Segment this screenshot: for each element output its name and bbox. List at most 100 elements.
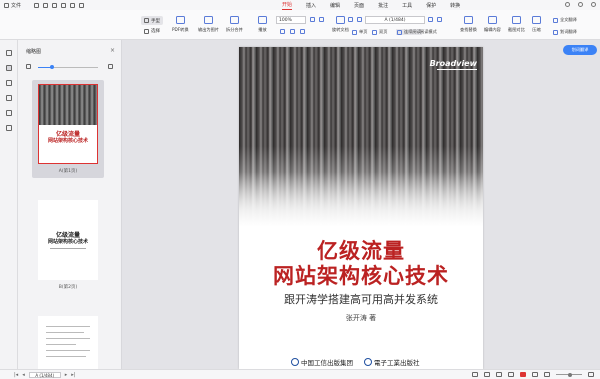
zoom-slider[interactable] [556,372,582,377]
actual-size-button[interactable] [290,29,295,34]
zoom-out-icon[interactable] [544,372,550,377]
menu-edit[interactable]: 编辑 [330,2,340,9]
zoom-in-button[interactable] [310,17,315,22]
attachment-icon[interactable] [6,95,12,101]
signature-icon[interactable] [6,110,12,116]
single-page-button[interactable]: 单页 [352,29,367,35]
menu-tools[interactable]: 工具 [402,2,412,9]
prev-page-icon[interactable]: ◂ [22,372,25,378]
thumbnail-cover-image [39,85,97,125]
last-page-icon[interactable]: ▸| [71,372,75,378]
more-icon[interactable] [591,2,596,7]
broadview-logo-underline [437,69,477,70]
edit-icon [487,16,497,24]
edit-content-label: 编辑内容 [484,27,501,32]
enlarge-icon[interactable] [108,64,113,69]
thumbnail-text-line [50,248,86,249]
print-icon[interactable] [52,2,57,8]
word-translate-button[interactable]: 划词翻译 [553,29,577,35]
shrink-icon[interactable] [26,64,31,69]
comment-icon[interactable] [6,80,12,86]
page-nav-input[interactable]: A (1/484) [365,16,425,24]
last-page-button[interactable] [437,17,442,22]
thumbnail-page-3[interactable] [32,312,104,369]
double-page-button[interactable]: 双页 [372,29,387,35]
account-icon[interactable] [565,2,570,7]
menu-protect[interactable]: 保护 [426,2,436,9]
eye-icon[interactable] [472,372,478,377]
quick-access [34,2,84,8]
undo-icon[interactable] [70,2,75,8]
zoom-in-icon[interactable] [588,372,594,377]
export-icon[interactable] [61,2,66,8]
find-replace-label: 查找替换 [460,27,477,32]
fit-page-button[interactable] [300,29,305,34]
single-page-label: 单页 [359,29,368,34]
screenshot-icon [511,16,521,24]
find-icon [463,16,473,24]
play-icon[interactable] [520,372,526,377]
zoom-out-button[interactable] [319,17,324,22]
split-icon [229,16,239,24]
thumbnail-text-line [46,344,76,345]
translate-float-button[interactable]: 划词翻译 [563,45,597,55]
open-icon[interactable] [34,2,39,8]
main-menu: 开始 插入 编辑 页面 批注 工具 保护 转换 [282,0,460,10]
thumbnail-page-1[interactable]: 亿级流量 网站架构核心技术 A(第1页) [32,80,104,178]
broadview-logo: Broadview [429,59,477,68]
play-button[interactable]: 播放 [258,16,267,33]
thumbnail-text-line [46,332,84,333]
fit-width-button[interactable] [280,29,285,34]
split-merge-button[interactable]: 拆分合并 [226,16,243,33]
menu-home[interactable]: 开始 [282,1,293,10]
thumbnail-icon[interactable] [6,65,12,71]
zoom-input[interactable]: 100% [276,16,306,24]
continuous-view-icon[interactable] [508,372,514,377]
thumbnail-text-line [46,350,90,351]
next-page-button[interactable] [428,17,433,22]
prev-page-button[interactable] [357,17,362,22]
hand-tool-button[interactable]: 手型 [141,16,163,25]
first-page-icon[interactable]: |◂ [14,372,18,378]
fit-icon[interactable] [532,372,538,377]
find-replace-button[interactable]: 查找替换 [460,16,477,33]
read-mode-button[interactable]: 阅读模式 [420,29,437,35]
redo-icon[interactable] [79,2,84,8]
bookmark-icon[interactable] [6,50,12,56]
screenshot-compare-button[interactable]: 截图对比 [508,16,525,33]
menu-page[interactable]: 页面 [354,2,364,9]
thumbnail-size-slider[interactable] [26,64,116,70]
pdf-convert-label: PDF转换 [172,27,189,32]
thumbnail-caption: B(第2页) [58,285,78,290]
menu-comment[interactable]: 批注 [378,2,388,9]
document-view[interactable]: Broadview 亿级流量 网站架构核心技术 跟开涛学搭建高可用高并发系统 张… [122,40,600,369]
double-view-icon[interactable] [496,372,502,377]
full-translate-button[interactable]: 全文翻译 [553,17,577,23]
slider-knob[interactable] [50,65,54,69]
file-menu[interactable]: 文件 [0,2,32,9]
prev-page-icon [357,17,362,22]
compress-button[interactable]: 压缩 [532,16,541,33]
settings-icon[interactable] [578,2,583,7]
single-view-icon[interactable] [484,372,490,377]
menu-icon [4,2,9,8]
status-page-input[interactable]: A (1/484) [28,372,61,378]
rotate-button[interactable]: 旋转文档 [332,16,349,33]
next-page-icon[interactable]: ▸ [65,372,68,378]
save-icon[interactable] [43,2,48,8]
thumbnail-page-2[interactable]: 亿级流量 网站架构核心技术 B(第2页) [32,196,104,294]
menu-convert[interactable]: 转换 [450,2,460,9]
select-tool-button[interactable]: 选择 [144,28,160,34]
pdf-convert-button[interactable]: PDF转换 [172,16,189,33]
translate-icon [553,17,558,23]
first-page-button[interactable] [348,17,353,22]
continuous-read-button[interactable]: 连续阅读 [396,29,422,35]
screenshot-compare-label: 截图对比 [508,27,525,32]
layers-icon[interactable] [6,125,12,131]
menu-insert[interactable]: 插入 [306,2,316,9]
hand-tool-label: 手型 [151,18,160,24]
export-image-button[interactable]: 输出为图片 [198,16,219,33]
edit-content-button[interactable]: 编辑内容 [484,16,501,33]
status-view-controls [472,372,594,377]
close-icon[interactable]: × [110,47,115,54]
